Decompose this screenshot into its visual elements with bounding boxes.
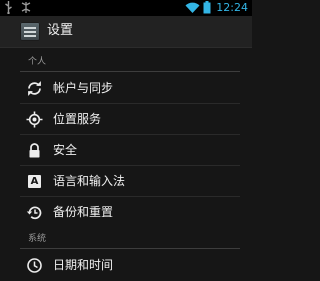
settings-item-label: 日期和时间 <box>53 258 114 272</box>
settings-item-label: 语言和输入法 <box>53 174 126 188</box>
lock-icon <box>26 142 43 159</box>
backup-restore-icon <box>26 204 43 221</box>
settings-item-location[interactable]: 位置服务 <box>0 104 252 135</box>
battery-icon <box>203 0 211 18</box>
settings-item-label: 帐户与同步 <box>53 81 114 95</box>
status-bar: 12:24 <box>0 0 252 16</box>
keyboard-a-icon: A <box>26 173 43 190</box>
section-header-label: 系统 <box>28 234 47 244</box>
action-bar: 设置 <box>0 16 252 48</box>
clock-time: 12:24 <box>216 1 248 14</box>
settings-app-icon[interactable] <box>20 22 40 41</box>
clock-icon <box>26 257 43 274</box>
settings-item-date-time[interactable]: 日期和时间 <box>0 250 252 281</box>
keyboard-a-glyph: A <box>28 175 41 188</box>
settings-item-label: 位置服务 <box>53 112 102 126</box>
system-status-icons: 12:24 <box>185 0 248 16</box>
page-title: 设置 <box>47 23 74 38</box>
settings-item-security[interactable]: 安全 <box>0 135 252 166</box>
settings-item-backup-reset[interactable]: 备份和重置 <box>0 197 252 228</box>
settings-item-label: 备份和重置 <box>53 205 114 219</box>
location-icon <box>26 111 43 128</box>
settings-item-language-input[interactable]: A 语言和输入法 <box>0 166 252 197</box>
section-divider <box>20 248 240 249</box>
section-header-system: 系统 <box>0 232 252 249</box>
section-divider <box>20 71 240 72</box>
section-header-personal: 个人 <box>0 55 252 72</box>
wifi-icon <box>185 0 200 18</box>
sync-icon <box>26 80 43 97</box>
section-header-label: 个人 <box>28 57 47 67</box>
settings-item-label: 安全 <box>53 143 78 157</box>
settings-item-accounts-sync[interactable]: 帐户与同步 <box>0 73 252 104</box>
